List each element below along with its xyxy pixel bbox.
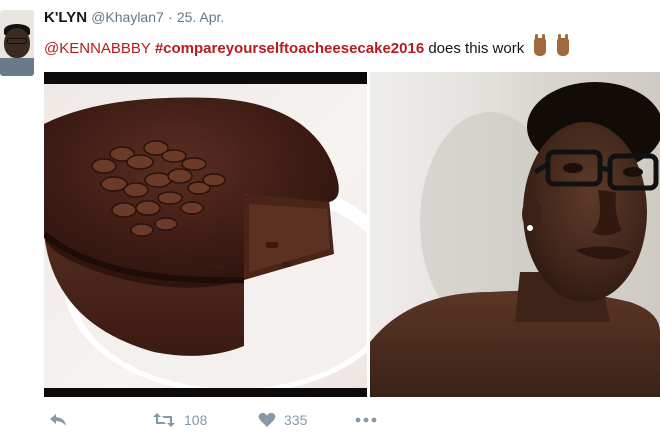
like-button[interactable]: 335 [258,412,307,428]
cheesecake-illustration [44,97,367,388]
separator-dot: · [167,9,173,25]
media-photo-selfie[interactable] [370,72,660,397]
retweet-icon [153,413,175,427]
display-name[interactable]: K'LYN [44,9,87,26]
heart-icon [258,412,276,427]
user-handle[interactable]: @Khaylan7 [91,9,164,25]
tweet-header: K'LYN @Khaylan7 · 25. Apr. [44,9,224,26]
cheesecake-image [44,84,367,388]
tweet-date[interactable]: 25. Apr. [177,9,224,25]
avatar[interactable] [0,10,34,76]
mention-link[interactable]: @KENNABBBY [44,40,151,57]
more-button[interactable] [354,412,378,428]
retweet-button[interactable]: 108 [152,412,207,428]
reply-icon [50,414,66,426]
tweet-text: @KENNABBBY #compareyourselftoacheesecake… [44,34,569,57]
more-icon [355,417,377,423]
hand-emoji-icon [534,34,547,56]
hand-emoji-icon [556,34,569,56]
media-photo-cheesecake[interactable] [44,72,367,397]
avatar-shirt [0,58,34,76]
retweet-count: 108 [184,412,208,428]
reply-button[interactable] [48,412,68,428]
like-count: 335 [284,412,308,428]
tweet-body: does this work [428,40,525,57]
tweet-actions: 108 335 [44,412,644,436]
selfie-illustration [370,82,660,397]
hashtag-link[interactable]: #compareyourselftoacheesecake2016 [155,40,424,57]
avatar-glasses [7,38,27,44]
